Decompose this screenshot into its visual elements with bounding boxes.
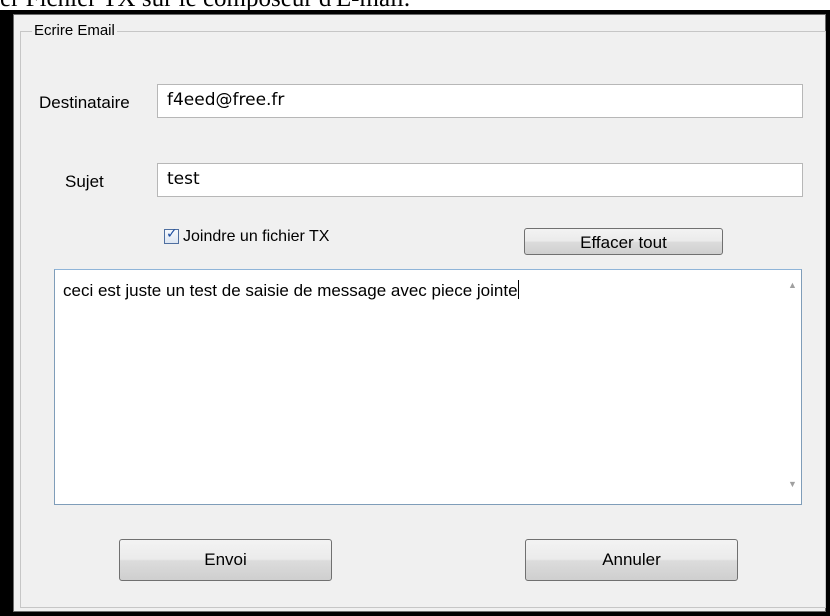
message-text: ceci est juste un test de saisie de mess… <box>63 280 519 301</box>
clear-all-button[interactable]: Effacer tout <box>524 228 723 255</box>
message-textarea[interactable]: ceci est juste un test de saisie de mess… <box>54 269 802 505</box>
cancel-button[interactable]: Annuler <box>525 539 738 581</box>
subject-field[interactable]: test <box>157 163 803 197</box>
group-title: Ecrire Email <box>32 22 117 40</box>
message-content: ceci est juste un test de saisie de mess… <box>63 281 518 300</box>
send-button[interactable]: Envoi <box>119 539 332 581</box>
scroll-up-arrow-icon[interactable]: ▲ <box>784 277 801 294</box>
recipient-field[interactable]: f4eed@free.fr <box>157 84 803 118</box>
scroll-down-arrow-icon[interactable]: ▼ <box>784 476 801 493</box>
attach-checkbox[interactable]: ✓ <box>164 226 179 244</box>
checkmark-icon: ✓ <box>166 226 178 242</box>
recipient-label: Destinataire <box>39 93 130 112</box>
text-caret <box>517 280 519 299</box>
subject-label: Sujet <box>65 172 104 191</box>
message-scrollbar[interactable]: ▲ ▼ <box>784 270 801 504</box>
attach-label: Joindre un fichier TX <box>183 228 330 245</box>
